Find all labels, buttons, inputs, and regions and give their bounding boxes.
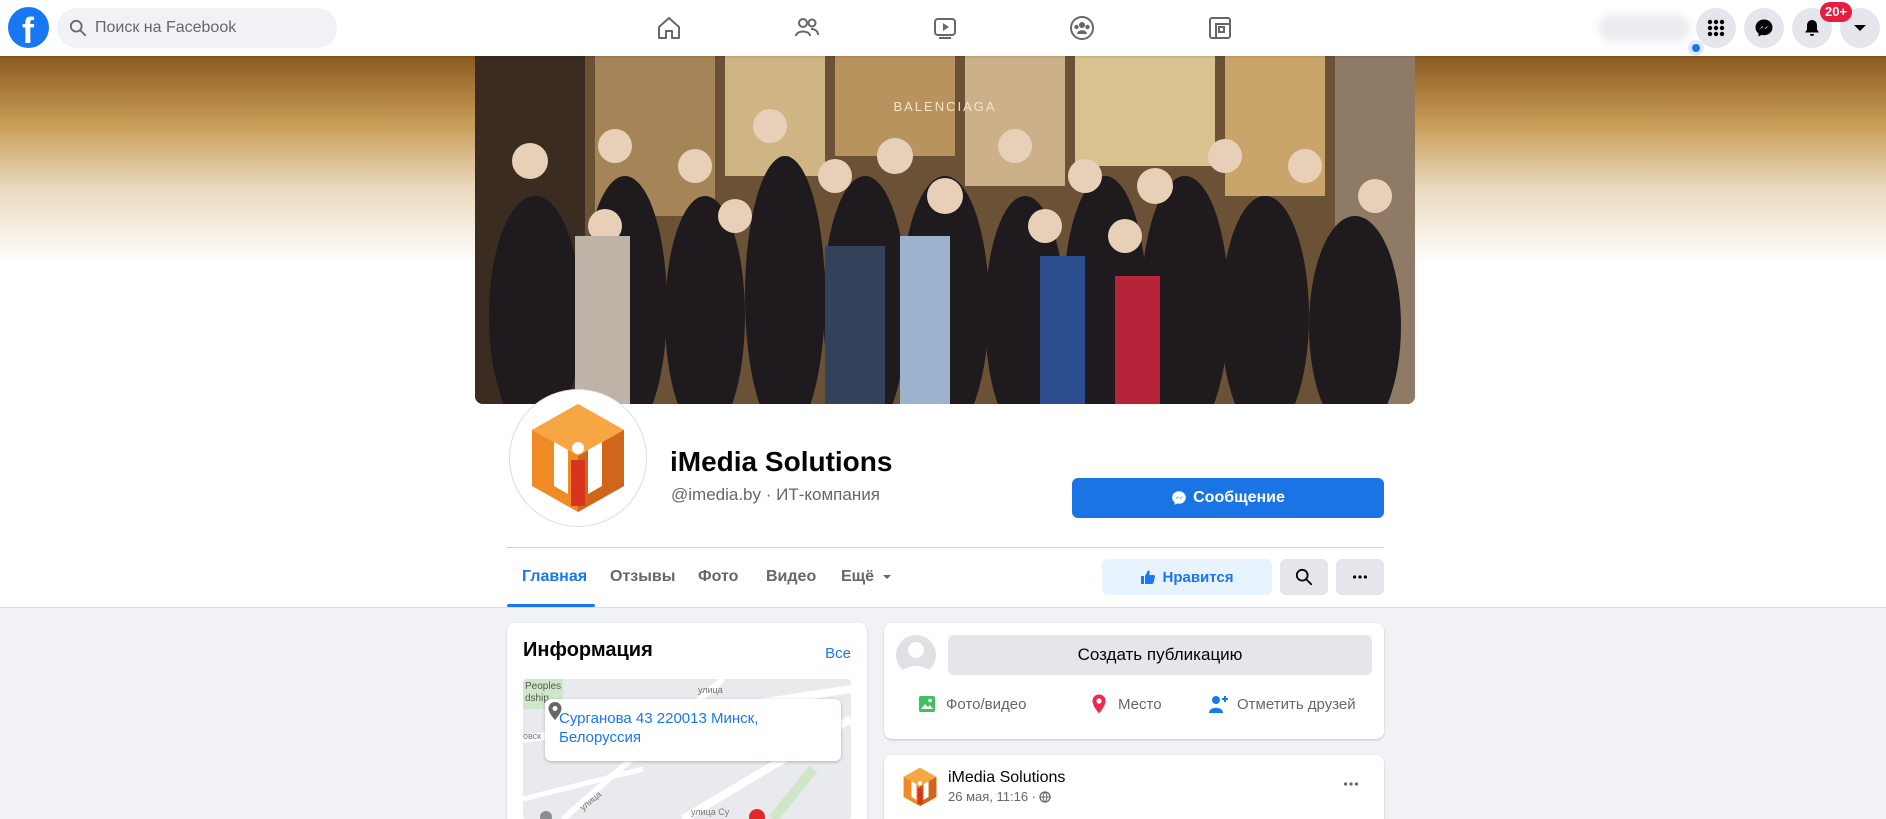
post-author-avatar[interactable] (900, 767, 940, 807)
message-button-label: Сообщение (1193, 489, 1285, 506)
info-see-all-link[interactable]: Все (825, 645, 851, 662)
unread-dot (1692, 44, 1700, 52)
info-title: Информация (523, 639, 653, 661)
chevron-down-icon (1854, 25, 1866, 31)
menu-grid-icon (1707, 19, 1725, 37)
tag-friends-label: Отметить друзей (1237, 695, 1356, 713)
page-subtitle: @imedia.by · ИТ-компания (671, 485, 880, 504)
notifications-badge: 20+ (1820, 2, 1853, 22)
profile-chip[interactable] (1598, 14, 1690, 42)
create-post-button[interactable]: Создать публикацию (948, 635, 1372, 675)
search-input[interactable] (95, 19, 315, 37)
user-avatar (896, 635, 936, 675)
address-text[interactable]: Сурганова 43 220013 Минск, Белоруссия (559, 709, 829, 747)
photo-icon (919, 696, 935, 712)
tag-friends-icon (1209, 696, 1228, 713)
cover-text: BALENCIAGA (893, 99, 996, 114)
messenger-icon (1755, 19, 1773, 37)
gaming-icon[interactable] (1204, 12, 1236, 44)
tab-photos[interactable]: Фото (698, 568, 738, 586)
imedia-logo (903, 767, 937, 807)
cover-photo[interactable]: BALENCIAGA (475, 56, 1415, 404)
imedia-logo (532, 404, 624, 512)
caret-down-icon (883, 575, 892, 579)
post-card: iMedia Solutions 26 мая, 11:16 · (884, 755, 1384, 819)
messenger-button[interactable] (1744, 8, 1784, 48)
photo-video-action[interactable]: Фото/видео (916, 693, 1026, 715)
info-card: Информация Все Peoples dship улица овск … (507, 623, 867, 819)
page-avatar[interactable] (510, 390, 646, 526)
globe-icon (1039, 790, 1051, 803)
tab-more-label: Ещё (841, 568, 875, 585)
location-action[interactable]: Место (1088, 693, 1162, 715)
menu-grid-button[interactable] (1696, 8, 1736, 48)
photo-video-label: Фото/видео (946, 695, 1027, 713)
map-label: Peoples (525, 681, 561, 692)
like-button-label: Нравится (1162, 568, 1234, 586)
post-meta: 26 мая, 11:16 · (948, 789, 1051, 804)
composer-card: Создать публикацию Фото/видео Место Отме… (884, 623, 1384, 739)
watch-icon[interactable] (929, 12, 961, 44)
post-author-name[interactable]: iMedia Solutions (948, 769, 1065, 787)
active-tab-indicator (507, 604, 595, 607)
more-icon (1343, 782, 1359, 786)
location-pin-icon (1092, 694, 1106, 714)
bell-icon (1805, 20, 1819, 36)
post-date[interactable]: 26 мая, 11:16 · (948, 789, 1036, 804)
search-icon (69, 19, 87, 37)
thumbs-up-icon (1141, 570, 1156, 584)
more-options-button[interactable] (1336, 559, 1384, 595)
map-label: овск (523, 731, 541, 741)
facebook-logo[interactable]: f (8, 7, 49, 51)
address-box[interactable]: Сурганова 43 220013 Минск, Белоруссия (545, 699, 841, 761)
map-label: улица (698, 685, 723, 695)
location-pin-icon (548, 702, 562, 720)
search-icon (1295, 568, 1313, 586)
search-box[interactable] (57, 8, 337, 48)
top-bar: f 20+ (0, 0, 1886, 56)
tab-reviews[interactable]: Отзывы (610, 568, 675, 586)
location-label: Место (1118, 695, 1162, 713)
like-button[interactable]: Нравится (1102, 559, 1272, 595)
tab-home[interactable]: Главная (522, 568, 587, 586)
messenger-icon (1172, 491, 1186, 505)
friends-icon[interactable] (791, 12, 823, 44)
message-button[interactable]: Сообщение (1072, 478, 1384, 518)
facebook-logo-letter: f (22, 10, 34, 51)
groups-icon[interactable] (1066, 12, 1098, 44)
home-icon[interactable] (653, 12, 685, 44)
tab-videos[interactable]: Видео (766, 568, 816, 586)
more-icon (1352, 575, 1368, 579)
tag-friends-action[interactable]: Отметить друзей (1207, 693, 1356, 715)
page-name: iMedia Solutions (670, 446, 893, 477)
map-label: улица Су (691, 807, 730, 817)
page-search-button[interactable] (1280, 559, 1328, 595)
cover-photo-art: BALENCIAGA (475, 56, 1415, 404)
post-options-button[interactable] (1336, 769, 1366, 799)
header-divider (507, 547, 1384, 548)
tab-more[interactable]: Ещё (841, 568, 892, 586)
location-map[interactable]: Peoples dship улица овск улица улица Су … (523, 679, 851, 819)
default-avatar-icon (901, 642, 931, 675)
